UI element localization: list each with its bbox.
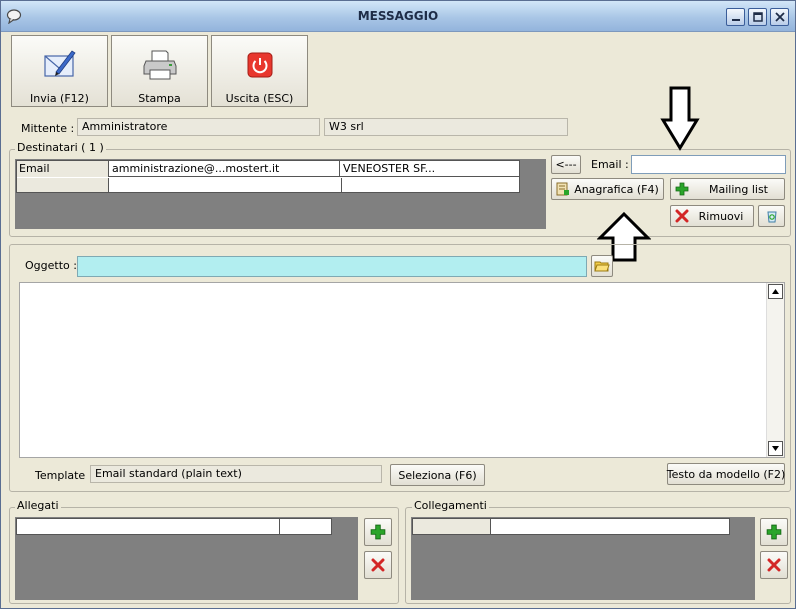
grid-divider xyxy=(279,519,280,534)
select-template-button[interactable]: Seleziona (F6) xyxy=(390,464,485,486)
recipient-type: Email xyxy=(17,161,109,177)
arrow-up-icon xyxy=(772,289,779,294)
email-label: Email : xyxy=(591,158,629,171)
send-button[interactable]: Invia (F12) xyxy=(11,35,108,107)
back-button[interactable]: <--- xyxy=(551,155,581,174)
recipients-group-title: Destinatari ( 1 ) xyxy=(15,141,106,154)
print-button[interactable]: Stampa xyxy=(111,35,208,107)
attachments-header-row xyxy=(16,518,332,535)
scroll-up-button[interactable] xyxy=(768,284,783,299)
grid-divider xyxy=(341,178,342,192)
title-bar: MESSAGGIO xyxy=(1,1,795,32)
plus-icon xyxy=(766,524,782,540)
remove-x-icon xyxy=(371,558,385,572)
print-button-label: Stampa xyxy=(138,92,181,105)
template-text-button[interactable]: Testo da modello (F2) xyxy=(667,463,785,485)
recycle-bin-icon xyxy=(766,211,777,223)
recipient-name: VENEOSTER SF... xyxy=(343,162,436,175)
mailing-list-button-label: Mailing list xyxy=(708,182,768,196)
down-arrow-annotation-icon xyxy=(660,86,700,151)
exit-button-label: Uscita (ESC) xyxy=(225,92,294,105)
remove-recipient-button[interactable]: Rimuovi xyxy=(670,205,754,227)
attachments-group-title: Allegati xyxy=(15,499,61,512)
email-input[interactable] xyxy=(631,155,786,174)
subject-browse-button[interactable] xyxy=(591,255,613,277)
anagrafica-button-label: Anagrafica (F4) xyxy=(574,182,659,196)
subject-input[interactable] xyxy=(77,256,587,277)
scroll-down-button[interactable] xyxy=(768,441,783,456)
links-row-header-cell xyxy=(413,519,491,534)
message-window: MESSAGGIO Invia (F12) Stampa Uscita (ESC… xyxy=(0,0,796,609)
table-row[interactable]: Email amministrazione@...mostert.it VENE… xyxy=(17,161,519,177)
send-mail-icon xyxy=(43,50,76,77)
remove-x-icon xyxy=(767,558,781,572)
add-attachment-button[interactable] xyxy=(364,518,392,546)
sender-company-field: W3 srl xyxy=(324,118,568,136)
printer-icon xyxy=(143,50,176,80)
table-row-empty[interactable] xyxy=(17,178,109,192)
recycle-button[interactable] xyxy=(758,205,785,227)
close-window-button[interactable] xyxy=(770,8,789,26)
maximize-button[interactable] xyxy=(748,8,767,26)
mailing-list-button[interactable]: Mailing list xyxy=(670,178,785,200)
remove-recipient-button-label: Rimuovi xyxy=(698,209,744,223)
plus-icon xyxy=(675,182,689,196)
address-book-icon xyxy=(556,182,569,196)
links-group-title: Collegamenti xyxy=(412,499,489,512)
exit-button[interactable]: Uscita (ESC) xyxy=(211,35,308,107)
close-icon xyxy=(774,12,785,22)
sender-name-field: Amministratore xyxy=(77,118,320,136)
maximize-icon xyxy=(752,12,763,22)
template-label: Template : xyxy=(35,469,93,482)
minimize-button[interactable] xyxy=(726,8,745,26)
template-field: Email standard (plain text) xyxy=(90,465,382,483)
folder-icon xyxy=(594,261,610,272)
remove-x-icon xyxy=(675,209,689,223)
recipient-address: amministrazione@...mostert.it xyxy=(110,161,340,177)
recipients-grid-rows: Email amministrazione@...mostert.it VENE… xyxy=(16,160,520,193)
remove-attachment-button[interactable] xyxy=(364,551,392,579)
minimize-icon xyxy=(731,19,740,21)
window-title: MESSAGGIO xyxy=(357,9,439,23)
plus-icon xyxy=(370,524,386,540)
message-body-textarea[interactable] xyxy=(19,282,785,458)
sender-label: Mittente : xyxy=(21,122,75,135)
send-button-label: Invia (F12) xyxy=(30,92,89,105)
remove-link-button[interactable] xyxy=(760,551,788,579)
arrow-down-icon xyxy=(772,446,779,451)
body-scrollbar[interactable] xyxy=(766,283,784,457)
links-header-row xyxy=(412,518,730,535)
add-link-button[interactable] xyxy=(760,518,788,546)
anagrafica-button[interactable]: Anagrafica (F4) xyxy=(551,178,664,200)
power-icon xyxy=(247,52,272,78)
subject-label: Oggetto : xyxy=(25,259,77,272)
